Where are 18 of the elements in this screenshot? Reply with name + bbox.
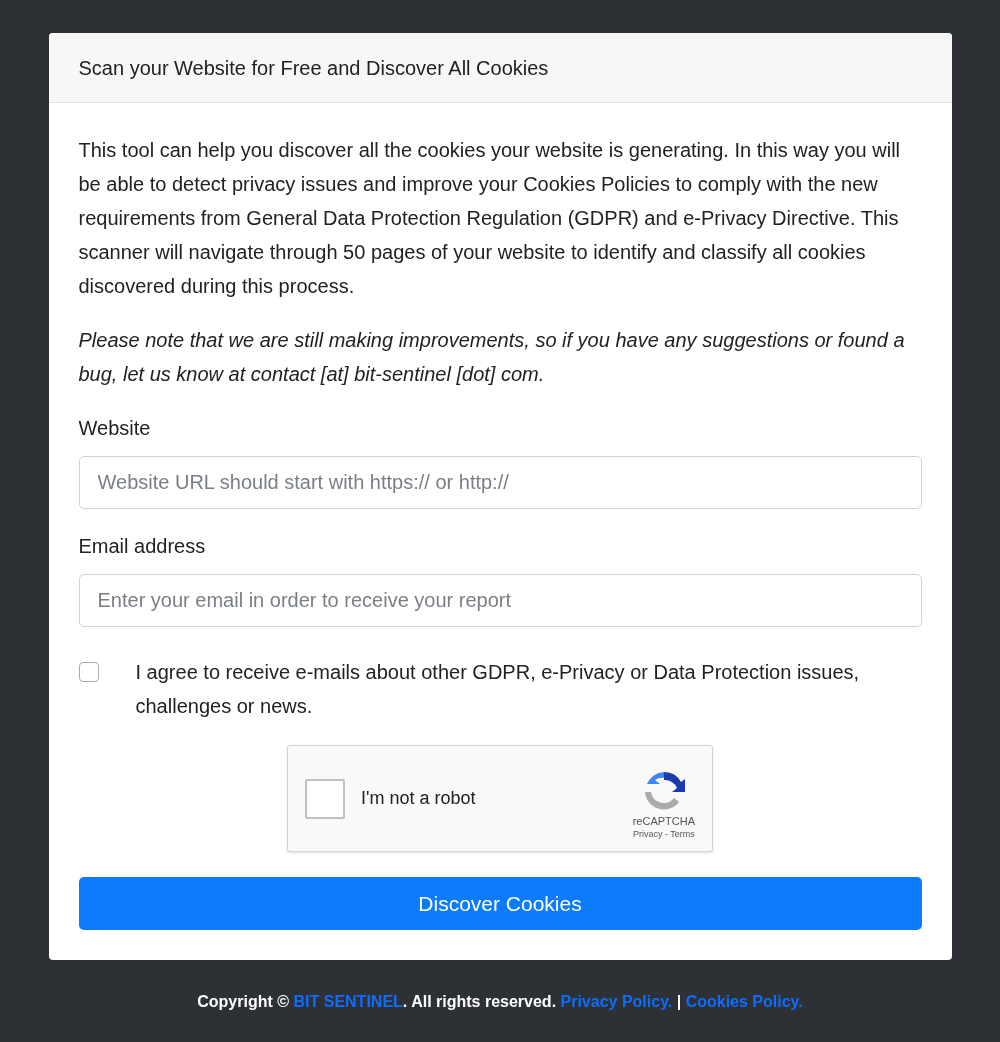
- input-field[interactable]: Website URL should start with https:// or http://: [78, 456, 922, 509]
- footer-copyright: Copyright © BIT SENTINEL. All rights reserved. Privacy Policy. | Cookies Policy.: [197, 992, 803, 1012]
- consent-checkbox[interactable]: [78, 662, 99, 682]
- field-label: Email address: [78, 534, 207, 559]
- card-title: Scan your Website for Free and Discover All Cookies: [78, 55, 549, 81]
- input-field[interactable]: Enter your email in order to receive your report: [78, 574, 922, 627]
- note-paragraph: Please note that we are still making improvements, so if you have any suggestions or found a bug, let us know at contact [at] bit-sentinel [dot] com.: [78, 328, 906, 387]
- captcha-checkbox[interactable]: [305, 778, 345, 819]
- captcha-label: I'm not a robot: [361, 787, 477, 810]
- discover-button[interactable]: Discover Cookies: [78, 877, 922, 930]
- captcha-links[interactable]: Privacy - Terms: [632, 827, 695, 840]
- footer-link[interactable]: Privacy Policy.: [560, 993, 673, 1010]
- captcha-brand: reCAPTCHA: [632, 813, 695, 828]
- footer-link[interactable]: BIT SENTINEL: [293, 993, 403, 1010]
- field-label: Website: [78, 416, 152, 441]
- consent-label: I agree to receive e-mails about other GDPR, e-Privacy or Data Protection issues, challenges or news.: [135, 660, 861, 719]
- intro-paragraph: This tool can help you discover all the cookies your website is generating. In this way you will be able to detect privacy issues and improve your Cookies Policies to comply with the new requirements from General Data Protection Regulation (GDPR) and e-Privacy Directive. This scanner will navigate through 50 pages of your website to identify and classify all cookies discovered during this process.: [78, 138, 902, 299]
- footer-link[interactable]: Cookies Policy.: [685, 993, 803, 1010]
